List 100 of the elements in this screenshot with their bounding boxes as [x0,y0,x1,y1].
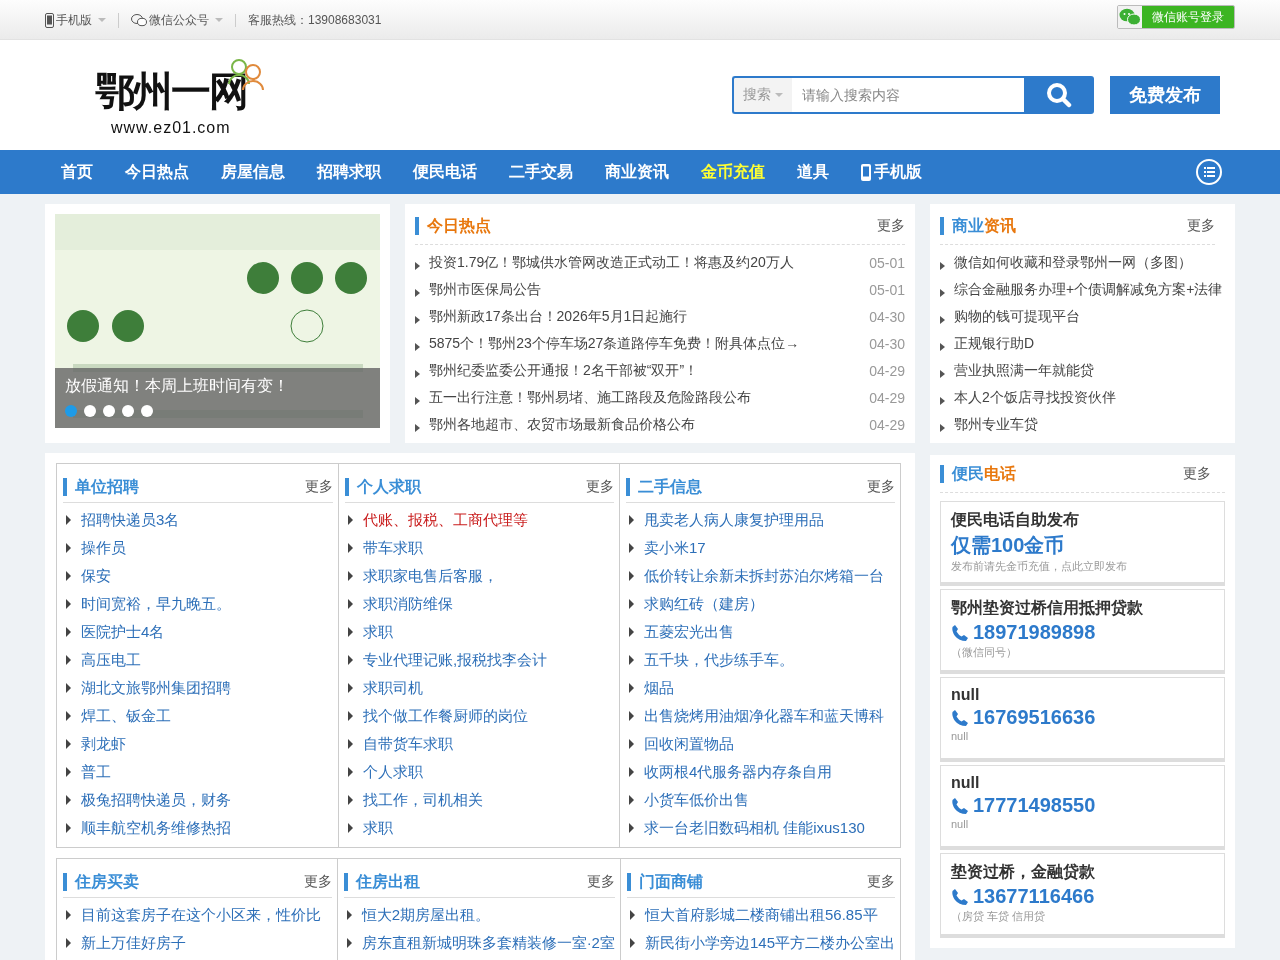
more-link[interactable]: 更多 [586,873,615,891]
slide-dot[interactable] [103,405,115,417]
phone-card[interactable]: 垫资过桥，金融贷款 13677116466 （房贷 车贷 信用贷 [940,853,1225,938]
listing-link[interactable]: 小货车低价出售 [644,790,749,810]
news-link[interactable]: 购物的钱可提现平台 [954,307,1080,326]
listing-link[interactable]: 新民街小学旁边145平方二楼办公室出 [644,933,895,953]
listing-link[interactable]: 找工作，司机相关 [363,790,483,810]
top-link[interactable]: 手机版 [45,12,119,28]
slide-dot[interactable] [141,405,153,417]
nav-link[interactable]: 房屋信息 [205,161,301,183]
more-link[interactable]: 更多 [305,478,333,496]
listing-link[interactable]: 代账、报税、工商代理等 [363,510,528,530]
nav-link[interactable]: 今日热点 [109,161,205,183]
phone-card[interactable]: 鄂州垫资过桥信用抵押贷款 18971989898 （微信同号） [940,589,1225,674]
listing-link[interactable]: 求职家电售后客服， [363,566,498,586]
listing-link[interactable]: 低价转让余新未拆封苏泊尔烤箱一台 [644,566,884,586]
card-title: null [951,686,981,704]
listing-link[interactable]: 保安 [81,566,111,586]
nav-link[interactable]: 商业资讯 [589,161,685,183]
card-title: 垫资过桥，金融贷款 [951,862,1096,883]
news-link[interactable]: 营业执照满一年就能贷 [954,361,1094,380]
phone-number: 13677116466 [973,885,1095,908]
listing-link[interactable]: 求职 [363,818,393,838]
listing-link[interactable]: 操作员 [81,538,126,558]
news-link[interactable]: 综合金融服务办理+个债调解减免方案+法律 [954,280,1223,299]
listing-link[interactable]: 自带货车求职 [363,734,453,754]
listing-link[interactable]: 求职消防维保 [363,594,453,614]
news-link[interactable]: 正规银行助D [954,334,1035,353]
news-link[interactable]: 鄂州专业车贷 [954,415,1038,434]
listing-link[interactable]: 焊工、钣金工 [81,706,171,726]
top-link[interactable]: 微信公众号 [131,13,236,27]
listing-link[interactable]: 招聘快递员3名 [81,510,180,530]
listing-link[interactable]: 找个做工作餐厨师的岗位 [363,706,528,726]
slide-dot[interactable] [65,405,77,417]
listing-link[interactable]: 湖北文旅鄂州集团招聘 [81,678,231,698]
listing-link[interactable]: 收两根4代服务器内存条自用 [644,762,833,782]
more-link[interactable]: 更多 [877,217,905,235]
nav-link[interactable]: 道具 [781,161,845,183]
chat-bubbles-icon [1119,8,1141,26]
more-link[interactable]: 更多 [867,478,895,496]
listing-link[interactable]: 五千块，代步练手车。 [644,650,794,670]
listing-link[interactable]: 卖小米17 [644,538,706,558]
news-link[interactable]: 5875个！鄂州23个停车场27条道路停车免费！附具体点位→ [429,334,800,353]
more-link[interactable]: 更多 [1183,465,1211,483]
news-link[interactable]: 投资1.79亿！鄂城供水管网改造正式动工！将惠及约20万人 [429,253,794,272]
listing-link[interactable]: 带车求职 [363,538,423,558]
listing-link[interactable]: 新上万佳好房子 [81,933,186,953]
listing-link[interactable]: 极兔招聘快递员，财务 [81,790,231,810]
more-link[interactable]: 更多 [586,478,614,496]
nav-link[interactable]: 首页 [45,161,109,183]
news-link[interactable]: 鄂州新政17条出台！2026年5月1日起施行 [429,307,688,326]
nav-link[interactable]: 二手交易 [493,161,589,183]
listing-link[interactable]: 五菱宏光出售 [644,622,734,642]
listing-link[interactable]: 个人求职 [363,762,423,782]
listing-link[interactable]: 顺丰航空机务维修热招 [81,818,231,838]
nav-link[interactable]: 便民电话 [397,161,493,183]
news-link[interactable]: 鄂州市医保局公告 [429,280,541,299]
news-link[interactable]: 本人2个饭店寻找投资伙伴 [954,388,1116,407]
news-link[interactable]: 鄂州各地超市、农贸市场最新食品价格公布 [429,415,695,434]
phone-card[interactable]: null 17771498550 null [940,765,1225,850]
listing-link[interactable]: 房东直租新城明珠多套精装修一室·2室 [361,933,615,953]
news-date: 04-30 [869,308,905,325]
listing-link[interactable]: 求购红砖（建房） [644,594,764,614]
more-link[interactable]: 更多 [1187,217,1215,235]
more-link[interactable]: 更多 [867,873,895,891]
listing-link[interactable]: 恒大2期房屋出租。 [361,905,490,925]
search-button[interactable] [1024,76,1094,114]
listing-link[interactable]: 专业代理记账,报税找李会计 [363,650,548,670]
more-link[interactable]: 更多 [303,873,332,891]
listing-link[interactable]: 求一台老旧数码相机 佳能ixus130 [644,818,865,838]
listing-link[interactable]: 高压电工 [81,650,141,670]
site-logo[interactable]: 鄂州一网 www.ez01.com [95,53,265,137]
listing-link[interactable]: 目前这套房子在这个小区来，性价比 [81,905,321,925]
nav-link[interactable]: 招聘求职 [301,161,397,183]
menu-icon[interactable] [1196,159,1222,185]
listing-link[interactable]: 普工 [81,762,111,782]
publish-button[interactable]: 免费发布 [1110,76,1220,114]
card-note: 发布前请先金币充值，点此立即发布 [951,559,1128,574]
listing-link[interactable]: 求职司机 [363,678,423,698]
news-link[interactable]: 鄂州纪委监委公开通报！2名干部被“双开”！ [429,361,699,380]
nav-link[interactable]: 手机版 [845,161,938,183]
listing-link[interactable]: 剥龙虾 [81,734,126,754]
phone-card[interactable]: 便民电话自助发布 仅需100金币 发布前请先金币充值，点此立即发布 [940,501,1225,586]
slide-dot[interactable] [122,405,134,417]
listing-link[interactable]: 甩卖老人病人康复护理用品 [644,510,824,530]
listing-link[interactable]: 出售烧烤用油烟净化器车和蓝天博科 [644,706,884,726]
listing-link[interactable]: 回收闲置物品 [644,734,734,754]
listing-link[interactable]: 医院护士4名 [81,622,165,642]
phone-icon [951,623,969,642]
slide-dot[interactable] [84,405,96,417]
news-link[interactable]: 微信如何收藏和登录鄂州一网（多图） [954,253,1192,272]
listing-link[interactable]: 求职 [363,622,393,642]
phone-icon [951,708,969,727]
phone-card[interactable]: null 16769516636 null [940,677,1225,762]
news-link[interactable]: 五一出行注意！鄂州易堵、施工路段及危险路段公布 [429,388,751,407]
nav-link[interactable]: 金币充值 [685,161,781,183]
listing-link[interactable]: 烟品 [644,678,674,698]
listing-link[interactable]: 时间宽裕，早九晚五。 [81,594,231,614]
listing-link[interactable]: 恒大首府影城二楼商铺出租56.85平 [644,905,878,925]
search-field[interactable]: 请输入搜索内容 [792,76,1024,114]
